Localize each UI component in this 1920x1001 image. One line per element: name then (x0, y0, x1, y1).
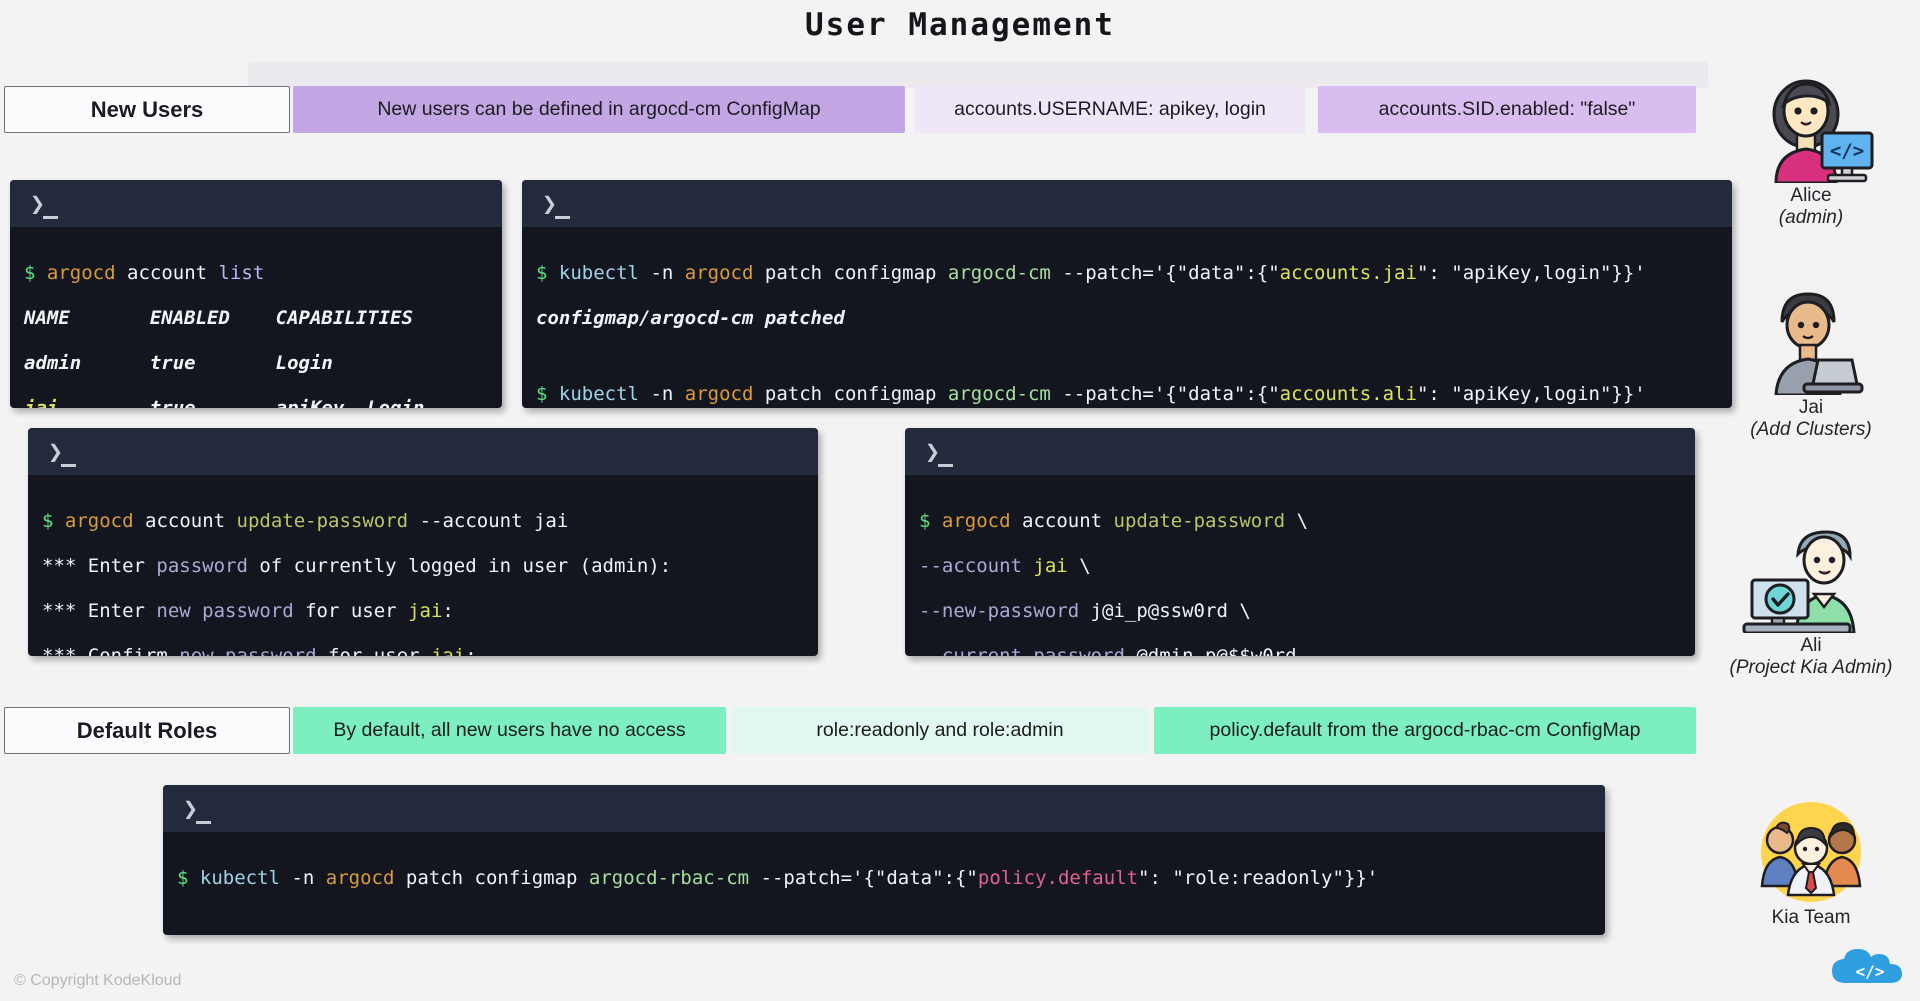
terminal-content: $ argocd account update-password \ --acc… (905, 475, 1695, 656)
prompt-icon: ❯ (48, 439, 77, 467)
new-users-badge-3: accounts.SID.enabled: "false" (1318, 86, 1696, 133)
terminal-output-line: *** Enter new password for user jai: (42, 599, 454, 622)
svg-text:</>: </> (1856, 962, 1885, 981)
default-roles-label: Default Roles (4, 707, 290, 754)
terminal-command-line: --new-password j@i_p@ssw0rd \ (919, 599, 1251, 622)
terminal-content: $ argocd account update-password --accou… (28, 475, 818, 656)
default-roles-badge-1: By default, all new users have no access (293, 707, 726, 754)
terminal-titlebar: ❯ (522, 180, 1732, 227)
terminal-titlebar: ❯ (28, 428, 818, 475)
terminal-content: $ argocd account list NAME ENABLED CAPAB… (10, 227, 502, 408)
terminal-command-line: $ kubectl -n argocd patch configmap argo… (536, 261, 1646, 284)
terminal-content: $ kubectl -n argocd patch configmap argo… (522, 227, 1732, 408)
terminal-output-line: configmap/argocd-cm patched (536, 306, 845, 329)
kodekloud-logo-icon: </> (1830, 947, 1908, 993)
persona-name: Kia Team (1771, 907, 1851, 928)
prompt-icon: ❯ (542, 191, 571, 219)
persona-role: (Project Kia Admin) (1729, 657, 1893, 678)
default-roles-badge-3: policy.default from the argocd-rbac-cm C… (1154, 707, 1696, 754)
terminal-command-line: $ argocd account update-password \ (919, 509, 1309, 532)
woman-developer-icon: </> (1726, 78, 1896, 185)
terminal-patch-rbac[interactable]: ❯ $ kubectl -n argocd patch configmap ar… (163, 785, 1605, 935)
persona-name: Ali (1800, 635, 1822, 656)
new-users-badge-1: New users can be defined in argocd-cm Co… (293, 86, 905, 133)
terminal-update-password-flags[interactable]: ❯ $ argocd account update-password \ --a… (905, 428, 1695, 656)
man-monitor-check-icon (1726, 528, 1896, 635)
team-group-icon (1726, 800, 1896, 905)
new-users-label: New Users (4, 86, 290, 133)
table-row: jai true apiKey, Login (24, 397, 488, 408)
terminal-command-line: $ argocd account update-password --accou… (42, 509, 569, 532)
terminal-command-line: $ argocd account list (24, 261, 265, 284)
persona-alice: </> Alice (admin) (1726, 78, 1896, 229)
terminal-command-line: --current-password @dmin_p@$$w0rd (919, 645, 1681, 656)
svg-text:</>: </> (1830, 140, 1864, 162)
terminal-update-password-interactive[interactable]: ❯ $ argocd account update-password --acc… (28, 428, 818, 656)
terminal-patch-accounts[interactable]: ❯ $ kubectl -n argocd patch configmap ar… (522, 180, 1732, 408)
terminal-command-line: $ kubectl -n argocd patch configmap argo… (177, 866, 1379, 889)
new-users-badge-2: accounts.USERNAME: apikey, login (915, 86, 1305, 133)
prompt-icon: ❯ (925, 439, 954, 467)
prompt-icon: ❯ (30, 191, 59, 219)
terminal-titlebar: ❯ (10, 180, 502, 227)
terminal-command-line: --account jai \ (919, 554, 1091, 577)
persona-name: Alice (1790, 185, 1832, 206)
persona-kia-team: Kia Team (1726, 800, 1896, 929)
persona-name: Jai (1798, 397, 1824, 418)
terminal-account-list[interactable]: ❯ $ argocd account list NAME ENABLED CAP… (10, 180, 502, 408)
persona-ali: Ali (Project Kia Admin) (1726, 528, 1896, 679)
man-laptop-icon (1726, 290, 1896, 397)
terminal-output-line: *** Enter password of currently logged i… (42, 554, 672, 577)
page-title: User Management (805, 7, 1115, 43)
terminal-titlebar: ❯ (163, 785, 1605, 832)
prompt-icon: ❯ (183, 796, 212, 824)
persona-jai: Jai (Add Clusters) (1726, 290, 1896, 441)
terminal-content: $ kubectl -n argocd patch configmap argo… (163, 832, 1605, 935)
new-users-strip (248, 62, 1708, 88)
default-roles-badge-2: role:readonly and role:admin (731, 707, 1149, 754)
terminal-titlebar: ❯ (905, 428, 1695, 475)
copyright-footer: © Copyright KodeKloud (14, 972, 182, 989)
table-header-row: NAME ENABLED CAPABILITIES (24, 306, 413, 329)
terminal-output-line: *** Confirm new password for user jai: (42, 645, 804, 656)
persona-role: (admin) (1778, 207, 1844, 228)
persona-role: (Add Clusters) (1750, 419, 1872, 440)
terminal-command-line: $ kubectl -n argocd patch configmap argo… (536, 382, 1646, 405)
table-row: admin true Login (24, 351, 333, 374)
